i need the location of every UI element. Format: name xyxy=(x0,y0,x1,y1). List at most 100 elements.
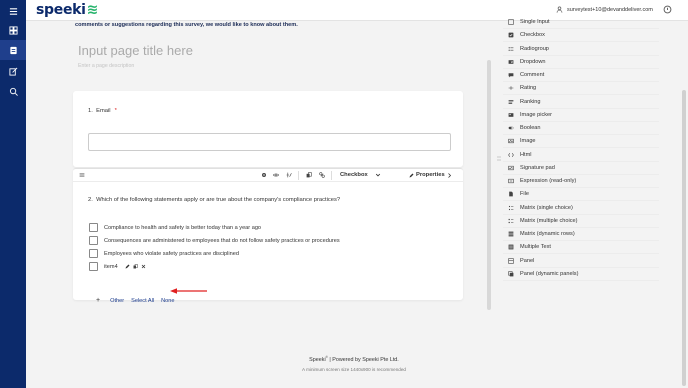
menu-icon[interactable] xyxy=(0,1,26,21)
pencil-icon xyxy=(409,173,414,177)
footer-powered-by: Powered by Speeki Pte Ltd. xyxy=(332,356,399,363)
toolbox-item-label: Ranking xyxy=(520,98,541,105)
toolbox-item[interactable]: Radiogroup xyxy=(503,43,659,56)
plus-icon[interactable]: + xyxy=(96,297,100,304)
panel-icon xyxy=(508,257,514,264)
question-email[interactable]: 1. Email * xyxy=(73,91,463,167)
survey-icon[interactable] xyxy=(0,40,26,60)
page-scrollbar[interactable] xyxy=(682,90,686,386)
checkbox[interactable] xyxy=(89,249,98,258)
toolbar-divider xyxy=(298,171,299,180)
select-all-link[interactable]: Select All xyxy=(131,298,154,304)
multiple-text-icon xyxy=(508,244,514,250)
page-title-input[interactable]: Input page title here xyxy=(78,43,193,58)
comment-icon xyxy=(508,72,514,78)
question-title[interactable]: 1. Email * xyxy=(88,108,117,114)
toolbox-item[interactable]: Ranking xyxy=(503,96,659,109)
user-menu[interactable]: surveytest+10@devanddeliver.com xyxy=(556,6,653,13)
toolbox-item-label: Dropdown xyxy=(520,58,546,65)
checkbox[interactable] xyxy=(89,223,98,232)
required-mark: * xyxy=(114,108,117,114)
dashboard-icon[interactable] xyxy=(0,20,26,40)
notification-icon[interactable] xyxy=(663,5,672,14)
toolbox-item-label: Expression (read-only) xyxy=(520,178,577,184)
toolbox-item-label: Matrix (multiple choice) xyxy=(520,217,578,224)
matrix-single-icon xyxy=(508,205,514,211)
toolbox-item[interactable]: Boolean xyxy=(503,122,659,135)
toolbox-item-label: Image picker xyxy=(520,111,553,118)
toolbox-item[interactable]: File xyxy=(503,188,659,202)
footer-brand: Speeki xyxy=(309,356,326,363)
radiogroup-icon xyxy=(508,46,514,52)
toolbox-item[interactable]: Image xyxy=(503,135,659,149)
toolbox-item[interactable]: Image picker xyxy=(503,109,659,122)
survey-editor: comments or suggestions regarding this s… xyxy=(51,21,487,314)
choice-item[interactable]: Consequences are administered to employe… xyxy=(89,236,340,245)
choice-label: Consequences are administered to employe… xyxy=(104,237,340,244)
splitter-handle-icon[interactable] xyxy=(497,156,501,161)
toolbox-item[interactable]: Matrix (single choice) xyxy=(503,202,659,215)
toolbox-item[interactable]: Dropdown xyxy=(503,56,659,69)
toolbox-item-label: Panel xyxy=(520,257,535,264)
footer-separator: | xyxy=(329,356,331,363)
remove-choice-icon[interactable] xyxy=(141,264,146,269)
editor-scrollbar[interactable] xyxy=(487,60,491,310)
toolbox-item[interactable]: Html xyxy=(503,149,659,162)
dropdown-icon xyxy=(508,59,514,65)
speeki-logo[interactable]: speeki≋ xyxy=(36,2,98,18)
toolbox-item[interactable]: Panel xyxy=(503,255,659,268)
toolbox-item-label: Panel (dynamic panels) xyxy=(520,270,579,277)
toolbox-item-label: Boolean xyxy=(520,125,541,131)
choice-label: Employees who violate safety practices a… xyxy=(104,250,239,257)
required-toggle-icon[interactable] xyxy=(286,172,292,178)
delete-icon[interactable] xyxy=(319,172,325,178)
rating-icon xyxy=(508,85,514,91)
toolbox-item-label: File xyxy=(520,191,530,198)
copy-icon[interactable] xyxy=(306,172,312,178)
choice-label[interactable]: item4 xyxy=(104,264,118,270)
visibility-icon[interactable] xyxy=(273,172,279,178)
chevron-down-icon[interactable] xyxy=(375,172,381,178)
signature-pad-icon xyxy=(508,165,514,171)
file-icon xyxy=(508,191,514,197)
toolbox-item[interactable]: Matrix (multiple choice) xyxy=(503,215,659,228)
toolbox-item[interactable]: Rating xyxy=(503,82,659,96)
toolbox-item[interactable]: Panel (dynamic panels) xyxy=(503,268,659,281)
edit-choice-icon[interactable] xyxy=(125,264,130,269)
toolbox-item-label: Matrix (dynamic rows) xyxy=(520,231,575,237)
page-description-input[interactable]: Enter a page description xyxy=(78,63,134,69)
toolbox-item[interactable]: Expression (read-only) xyxy=(503,175,659,188)
settings-icon[interactable] xyxy=(261,172,267,178)
checkbox[interactable] xyxy=(89,262,98,271)
footer-screen-size-note: A minimum screen size 1440x900 is recomm… xyxy=(302,367,406,372)
choice-item[interactable]: item4 xyxy=(89,262,146,271)
email-field[interactable] xyxy=(88,133,451,151)
drag-choice-icon[interactable] xyxy=(133,264,138,269)
toolbox-item[interactable]: Single Input xyxy=(503,16,659,29)
properties-button[interactable]: Properties xyxy=(409,172,452,178)
add-other-link[interactable]: Other xyxy=(110,298,124,304)
toolbox-item-label: Rating xyxy=(520,85,537,92)
toolbox-item[interactable]: Multiple Text xyxy=(503,241,659,255)
question-toolbar: Checkbox Properties xyxy=(73,169,463,182)
choice-item[interactable]: Compliance to health and safety is bette… xyxy=(89,223,261,232)
drag-handle-icon[interactable] xyxy=(79,172,85,178)
panel-dynamic-icon xyxy=(508,271,514,277)
toolbox-item-label: Single Input xyxy=(520,19,550,25)
choice-item[interactable]: Employees who violate safety practices a… xyxy=(89,249,239,258)
question-type-selector[interactable]: Checkbox xyxy=(340,172,368,178)
edit-icon[interactable] xyxy=(0,61,26,81)
question-title[interactable]: 2. Which of the following statements app… xyxy=(88,197,340,203)
checkbox[interactable] xyxy=(89,236,98,245)
toolbox-item-label: Comment xyxy=(520,72,545,78)
toolbox-item[interactable]: Comment xyxy=(503,69,659,82)
toolbox-item[interactable]: Signature pad xyxy=(503,162,659,175)
question-toolbox: Single Input Checkbox Radiogroup Dropdown Co… xyxy=(503,19,661,281)
toolbox-item-label: Multiple Text xyxy=(520,244,551,251)
toolbox-item[interactable]: Checkbox xyxy=(503,29,659,43)
question-checkbox[interactable]: Checkbox Properties 2. Which of the foll… xyxy=(73,168,463,304)
toolbox-item[interactable]: Matrix (dynamic rows) xyxy=(503,228,659,241)
footer-credits: Speeki® | Powered by Speeki Pte Ltd. xyxy=(309,355,399,363)
none-link[interactable]: None xyxy=(161,298,174,304)
search-icon[interactable] xyxy=(0,81,26,101)
